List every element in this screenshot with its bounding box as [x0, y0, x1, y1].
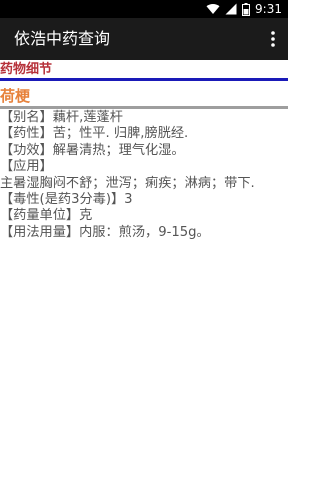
blue-divider: [0, 78, 288, 81]
detail-unit: 【药量单位】克: [0, 208, 93, 224]
overflow-menu-icon: [271, 31, 275, 47]
overflow-menu-button[interactable]: [264, 28, 282, 50]
status-bar: 9:31: [0, 0, 288, 18]
status-icons: 9:31: [206, 2, 282, 16]
detail-alias: 【别名】藕杆,莲蓬杆: [0, 110, 123, 125]
herb-details: 【别名】藕杆,莲蓬杆 【药性】苦；性平. 归脾,膀胱经. 【功效】解暑清热；理气…: [0, 110, 288, 241]
detail-toxicity: 【毒性(是药3分毒)】3: [0, 191, 133, 207]
signal-icon: [225, 3, 237, 15]
wifi-icon: [206, 3, 220, 15]
herb-name: 荷梗: [0, 87, 31, 105]
detail-nature: 【药性】苦；性平. 归脾,膀胱经.: [0, 126, 189, 142]
app-bar: 依浩中药查询: [0, 18, 288, 60]
detail-dosage: 【用法用量】内服：煎汤，9-15g。: [0, 224, 210, 240]
battery-icon: [242, 2, 251, 16]
detail-application-label: 【应用】: [0, 159, 53, 175]
detail-application: 主暑湿胸闷不舒；泄泻；痢疾；淋病；带下.: [0, 175, 255, 191]
app-title: 依浩中药查询: [14, 29, 111, 48]
detail-efficacy: 【功效】解暑清热；理气化湿。: [0, 142, 185, 158]
section-header: 药物细节: [0, 62, 53, 77]
status-time: 9:31: [255, 2, 282, 16]
gray-divider: [0, 106, 288, 109]
